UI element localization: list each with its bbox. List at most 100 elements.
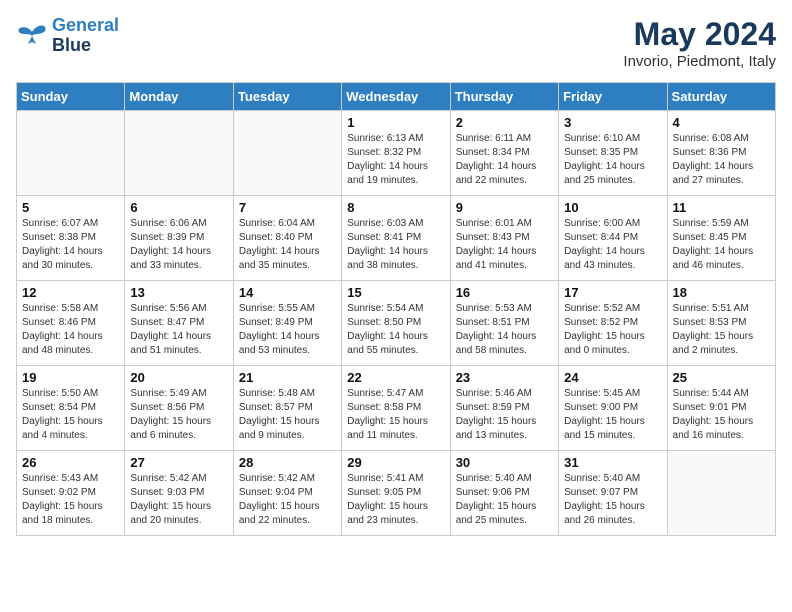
day-info: Sunrise: 5:48 AM Sunset: 8:57 PM Dayligh…	[239, 387, 336, 443]
calendar-cell: 31Sunrise: 5:40 AM Sunset: 9:07 PM Dayli…	[559, 451, 667, 536]
day-info: Sunrise: 5:43 AM Sunset: 9:02 PM Dayligh…	[22, 472, 119, 528]
calendar-cell: 9 Sunrise: 6:01 AM Sunset: 8:43 PM Daylig…	[450, 196, 558, 281]
day-number: 10	[564, 200, 661, 215]
calendar-table: SundayMondayTuesdayWednesdayThursdayFrid…	[16, 82, 776, 536]
day-info: Sunrise: 5:46 AM Sunset: 8:59 PM Dayligh…	[456, 387, 553, 443]
calendar-cell: 18 Sunrise: 5:51 AM Sunset: 8:53 PM Dayli…	[667, 281, 775, 366]
day-number: 26	[22, 455, 119, 470]
calendar-cell: 6 Sunrise: 6:06 AM Sunset: 8:39 PM Daylig…	[125, 196, 233, 281]
calendar-cell: 11 Sunrise: 5:59 AM Sunset: 8:45 PM Dayli…	[667, 196, 775, 281]
day-of-week-header: Thursday	[450, 83, 558, 111]
day-info: Sunrise: 5:45 AM Sunset: 9:00 PM Dayligh…	[564, 387, 661, 443]
day-info: Sunrise: 5:44 AM Sunset: 9:01 PM Dayligh…	[673, 387, 770, 443]
calendar-cell: 8 Sunrise: 6:03 AM Sunset: 8:41 PM Daylig…	[342, 196, 450, 281]
calendar-subtitle: Invorio, Piedmont, Italy	[623, 53, 776, 70]
calendar-cell: 16 Sunrise: 5:53 AM Sunset: 8:51 PM Dayli…	[450, 281, 558, 366]
calendar-cell: 4 Sunrise: 6:08 AM Sunset: 8:36 PM Daylig…	[667, 111, 775, 196]
day-number: 18	[673, 285, 770, 300]
calendar-cell: 30 Sunrise: 5:40 AM Sunset: 9:06 PM Dayli…	[450, 451, 558, 536]
day-info: Sunrise: 6:06 AM Sunset: 8:39 PM Dayligh…	[130, 217, 227, 273]
day-number: 19	[22, 370, 119, 385]
day-number: 2	[456, 115, 553, 130]
day-number: 16	[456, 285, 553, 300]
day-number: 13	[130, 285, 227, 300]
calendar-cell: 13 Sunrise: 5:56 AM Sunset: 8:47 PM Dayli…	[125, 281, 233, 366]
calendar-cell: 12 Sunrise: 5:58 AM Sunset: 8:46 PM Dayli…	[17, 281, 125, 366]
day-number: 6	[130, 200, 227, 215]
calendar-cell: 20 Sunrise: 5:49 AM Sunset: 8:56 PM Dayli…	[125, 366, 233, 451]
calendar-cell	[125, 111, 233, 196]
day-info: Sunrise: 6:03 AM Sunset: 8:41 PM Dayligh…	[347, 217, 444, 273]
day-number: 15	[347, 285, 444, 300]
calendar-cell: 29 Sunrise: 5:41 AM Sunset: 9:05 PM Dayli…	[342, 451, 450, 536]
calendar-cell: 28 Sunrise: 5:42 AM Sunset: 9:04 PM Dayli…	[233, 451, 341, 536]
day-number: 1	[347, 115, 444, 130]
day-number: 3	[564, 115, 661, 130]
day-info: Sunrise: 5:50 AM Sunset: 8:54 PM Dayligh…	[22, 387, 119, 443]
calendar-cell: 17 Sunrise: 5:52 AM Sunset: 8:52 PM Dayli…	[559, 281, 667, 366]
calendar-cell: 25 Sunrise: 5:44 AM Sunset: 9:01 PM Dayli…	[667, 366, 775, 451]
day-info: Sunrise: 5:51 AM Sunset: 8:53 PM Dayligh…	[673, 302, 770, 358]
calendar-cell: 5 Sunrise: 6:07 AM Sunset: 8:38 PM Daylig…	[17, 196, 125, 281]
calendar-cell: 2 Sunrise: 6:11 AM Sunset: 8:34 PM Daylig…	[450, 111, 558, 196]
day-info: Sunrise: 5:52 AM Sunset: 8:52 PM Dayligh…	[564, 302, 661, 358]
day-info: Sunrise: 5:40 AM Sunset: 9:06 PM Dayligh…	[456, 472, 553, 528]
day-number: 23	[456, 370, 553, 385]
day-info: Sunrise: 6:11 AM Sunset: 8:34 PM Dayligh…	[456, 132, 553, 188]
day-info: Sunrise: 5:42 AM Sunset: 9:03 PM Dayligh…	[130, 472, 227, 528]
day-info: Sunrise: 5:40 AM Sunset: 9:07 PM Dayligh…	[564, 472, 661, 528]
day-of-week-header: Wednesday	[342, 83, 450, 111]
calendar-cell: 23 Sunrise: 5:46 AM Sunset: 8:59 PM Dayli…	[450, 366, 558, 451]
calendar-cell: 15Sunrise: 5:54 AM Sunset: 8:50 PM Dayli…	[342, 281, 450, 366]
day-number: 24	[564, 370, 661, 385]
calendar-week-row: 19 Sunrise: 5:50 AM Sunset: 8:54 PM Dayli…	[17, 366, 776, 451]
day-of-week-header: Saturday	[667, 83, 775, 111]
day-number: 17	[564, 285, 661, 300]
calendar-cell: 10Sunrise: 6:00 AM Sunset: 8:44 PM Dayli…	[559, 196, 667, 281]
day-number: 22	[347, 370, 444, 385]
logo-text: General Blue	[52, 16, 119, 56]
calendar-cell: 3 Sunrise: 6:10 AM Sunset: 8:35 PM Daylig…	[559, 111, 667, 196]
calendar-cell: 21Sunrise: 5:48 AM Sunset: 8:57 PM Dayli…	[233, 366, 341, 451]
page-header: General Blue May 2024 Invorio, Piedmont,…	[16, 16, 776, 70]
day-info: Sunrise: 6:08 AM Sunset: 8:36 PM Dayligh…	[673, 132, 770, 188]
day-of-week-header: Tuesday	[233, 83, 341, 111]
day-info: Sunrise: 5:49 AM Sunset: 8:56 PM Dayligh…	[130, 387, 227, 443]
day-info: Sunrise: 5:47 AM Sunset: 8:58 PM Dayligh…	[347, 387, 444, 443]
day-info: Sunrise: 6:07 AM Sunset: 8:38 PM Dayligh…	[22, 217, 119, 273]
logo-icon	[16, 22, 48, 50]
day-number: 9	[456, 200, 553, 215]
calendar-cell	[17, 111, 125, 196]
calendar-cell: 1 Sunrise: 6:13 AM Sunset: 8:32 PM Daylig…	[342, 111, 450, 196]
day-number: 29	[347, 455, 444, 470]
calendar-cell: 7 Sunrise: 6:04 AM Sunset: 8:40 PM Daylig…	[233, 196, 341, 281]
day-number: 30	[456, 455, 553, 470]
day-info: Sunrise: 5:56 AM Sunset: 8:47 PM Dayligh…	[130, 302, 227, 358]
day-number: 11	[673, 200, 770, 215]
day-info: Sunrise: 5:58 AM Sunset: 8:46 PM Dayligh…	[22, 302, 119, 358]
calendar-cell: 14Sunrise: 5:55 AM Sunset: 8:49 PM Dayli…	[233, 281, 341, 366]
day-number: 7	[239, 200, 336, 215]
calendar-cell: 19 Sunrise: 5:50 AM Sunset: 8:54 PM Dayli…	[17, 366, 125, 451]
calendar-week-row: 1 Sunrise: 6:13 AM Sunset: 8:32 PM Daylig…	[17, 111, 776, 196]
day-of-week-header: Friday	[559, 83, 667, 111]
day-number: 12	[22, 285, 119, 300]
calendar-cell: 26 Sunrise: 5:43 AM Sunset: 9:02 PM Dayli…	[17, 451, 125, 536]
day-info: Sunrise: 5:42 AM Sunset: 9:04 PM Dayligh…	[239, 472, 336, 528]
logo: General Blue	[16, 16, 119, 56]
day-number: 5	[22, 200, 119, 215]
day-info: Sunrise: 6:10 AM Sunset: 8:35 PM Dayligh…	[564, 132, 661, 188]
day-info: Sunrise: 6:13 AM Sunset: 8:32 PM Dayligh…	[347, 132, 444, 188]
day-number: 25	[673, 370, 770, 385]
day-info: Sunrise: 5:53 AM Sunset: 8:51 PM Dayligh…	[456, 302, 553, 358]
day-number: 27	[130, 455, 227, 470]
day-info: Sunrise: 5:41 AM Sunset: 9:05 PM Dayligh…	[347, 472, 444, 528]
day-number: 20	[130, 370, 227, 385]
day-info: Sunrise: 5:55 AM Sunset: 8:49 PM Dayligh…	[239, 302, 336, 358]
day-number: 8	[347, 200, 444, 215]
day-number: 4	[673, 115, 770, 130]
day-number: 28	[239, 455, 336, 470]
day-info: Sunrise: 5:59 AM Sunset: 8:45 PM Dayligh…	[673, 217, 770, 273]
day-info: Sunrise: 6:01 AM Sunset: 8:43 PM Dayligh…	[456, 217, 553, 273]
day-info: Sunrise: 6:04 AM Sunset: 8:40 PM Dayligh…	[239, 217, 336, 273]
